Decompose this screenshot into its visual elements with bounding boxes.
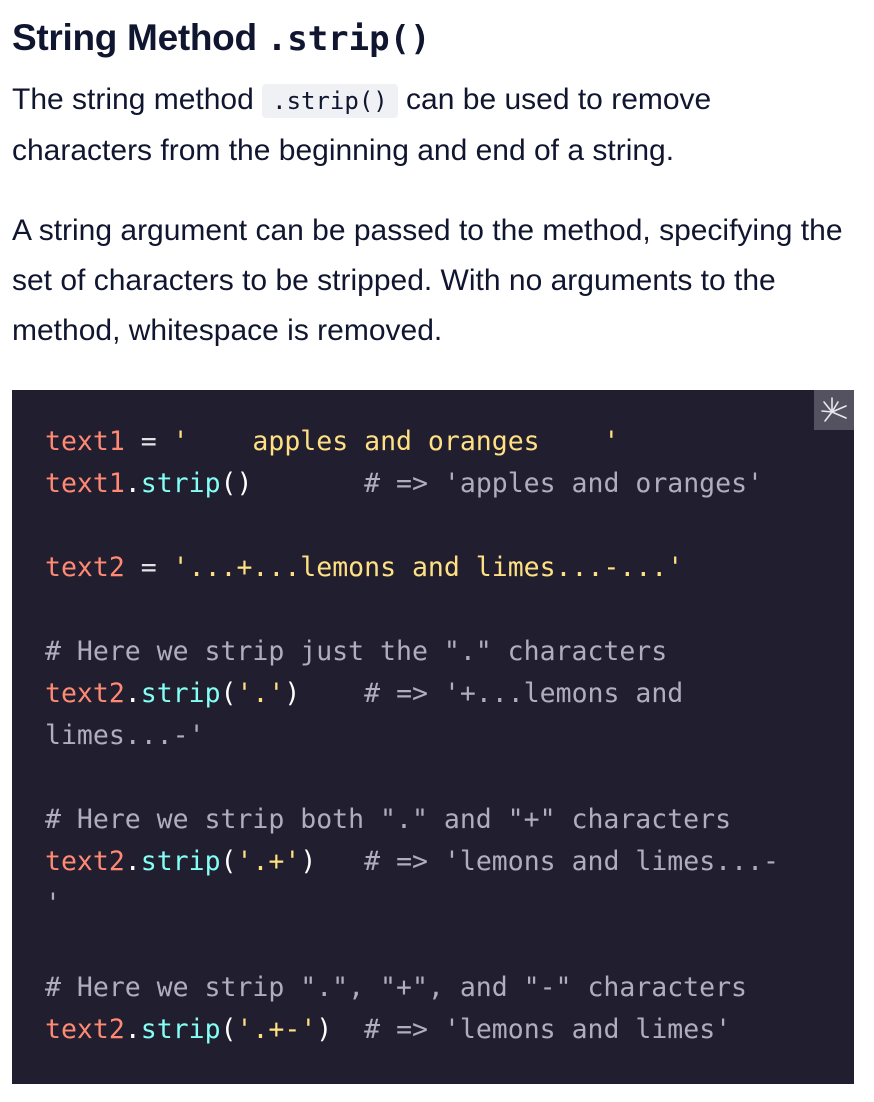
code-variable: text1 xyxy=(45,426,125,457)
code-comment: # Here we strip both "." and "+" charact… xyxy=(45,804,732,835)
code-function: strip xyxy=(140,846,221,877)
inline-code: .strip() xyxy=(262,84,398,118)
code-comment: # => 'apples and oranges' xyxy=(364,468,763,499)
code-paren: ( xyxy=(220,678,237,709)
code-comment: # Here we strip just the "." characters xyxy=(45,636,668,667)
code-paren: () xyxy=(220,468,253,499)
code-variable: text2 xyxy=(45,1014,125,1045)
code-dot: . xyxy=(124,846,141,877)
code-operator: = xyxy=(124,426,173,457)
code-padding xyxy=(252,468,364,499)
sparkle-icon xyxy=(821,397,847,422)
code-paren: ) xyxy=(300,846,317,877)
code-variable: text2 xyxy=(45,678,125,709)
code-paren: ( xyxy=(220,846,237,877)
code-paren: ( xyxy=(220,1014,237,1045)
code-comment: limes...-' xyxy=(45,720,205,751)
code-variable: text1 xyxy=(45,468,125,499)
code-function: strip xyxy=(140,1014,221,1045)
code-dot: . xyxy=(124,678,141,709)
code-operator: = xyxy=(124,552,173,583)
code-comment: # => '+...lemons and xyxy=(364,678,684,709)
title-method-name: .strip() xyxy=(266,19,431,59)
code-function: strip xyxy=(140,468,221,499)
code-paren: ) xyxy=(316,1014,333,1045)
code-comment: # => 'lemons and limes...- xyxy=(364,846,779,877)
argument-paragraph: A string argument can be passed to the m… xyxy=(12,214,843,347)
code-dot: . xyxy=(124,468,141,499)
code-string: '...+...lemons and limes...-...' xyxy=(172,552,684,583)
code-dot: . xyxy=(124,1014,141,1045)
code-string: '.+' xyxy=(236,846,301,877)
paragraph-text-before: The string method xyxy=(12,83,263,116)
article: String Method .strip() The string method… xyxy=(12,0,854,356)
code-function: strip xyxy=(140,678,221,709)
code-string: '.+-' xyxy=(236,1014,317,1045)
code-variable: text2 xyxy=(45,846,125,877)
code-variable: text2 xyxy=(45,552,125,583)
code-comment: # Here we strip ".", "+", and "-" charac… xyxy=(45,972,747,1003)
code-paren: ) xyxy=(284,678,301,709)
code-string: ' apples and oranges ' xyxy=(172,426,620,457)
code-padding xyxy=(332,1014,364,1045)
code-padding xyxy=(316,846,364,877)
code-comment: # => 'lemons and limes' xyxy=(364,1014,732,1045)
code-padding xyxy=(300,678,364,709)
title-prefix: String Method xyxy=(12,17,267,58)
code-content: text1 = ' apples and oranges ' text1.str… xyxy=(45,421,779,1051)
copy-code-button[interactable] xyxy=(814,390,854,430)
code-string: '.' xyxy=(236,678,285,709)
page-title: String Method .strip() xyxy=(12,16,854,61)
code-block: text1 = ' apples and oranges ' text1.str… xyxy=(12,390,854,1084)
code-comment: ' xyxy=(45,888,61,919)
description-paragraph: The string method .strip() can be used t… xyxy=(12,75,854,176)
